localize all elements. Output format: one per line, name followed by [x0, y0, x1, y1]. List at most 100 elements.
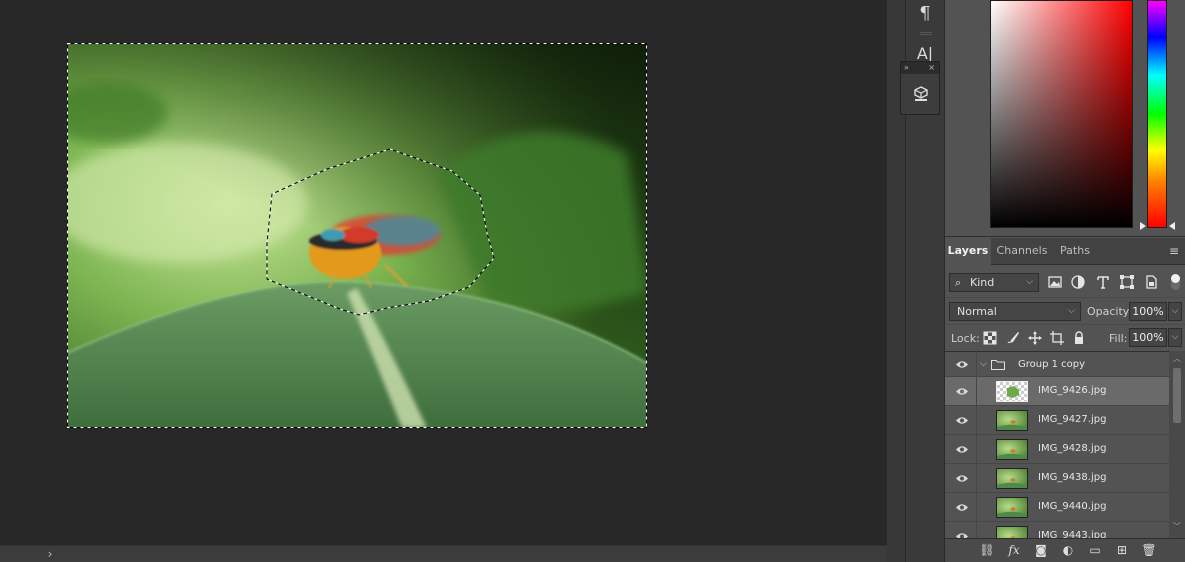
lock-label: Lock:	[951, 332, 980, 345]
opacity-label: Opacity:	[1087, 305, 1133, 318]
expand-icon[interactable]: »	[904, 62, 909, 74]
visibility-eye-icon[interactable]	[953, 435, 971, 463]
pixel-layer-filter-icon[interactable]	[1047, 274, 1063, 290]
filter-toggle-switch[interactable]	[1171, 274, 1180, 290]
visibility-eye-icon[interactable]	[953, 406, 971, 434]
row-divider	[976, 493, 977, 521]
layer-name: IMG_9426.jpg	[1038, 385, 1107, 396]
add-mask-icon[interactable]: ◙	[1032, 541, 1050, 559]
layer-thumbnail[interactable]	[996, 410, 1028, 431]
chevron-down-icon[interactable]: ﹀	[1169, 521, 1185, 532]
new-group-icon[interactable]: ▭	[1086, 541, 1104, 559]
fill-input[interactable]: 100%	[1129, 328, 1167, 347]
chevron-up-icon[interactable]: ︿	[1169, 353, 1185, 364]
visibility-eye-icon[interactable]	[953, 464, 971, 492]
mini-panel-titlebar[interactable]: » ×	[901, 62, 939, 74]
row-divider	[976, 352, 977, 380]
layer-row[interactable]: IMG_9426.jpg	[945, 377, 1169, 406]
layer-group-row[interactable]: ⌵ Group 1 copy	[945, 352, 1169, 380]
row-divider	[976, 406, 977, 434]
drag-grip[interactable]	[920, 32, 932, 35]
blend-mode-value: Normal	[957, 305, 997, 318]
layer-name: IMG_9438.jpg	[1038, 472, 1107, 483]
row-divider	[976, 464, 977, 492]
opacity-dropdown-button[interactable]: ⌵	[1168, 302, 1182, 321]
floating-mini-panel: » ×	[900, 61, 940, 115]
visibility-eye-icon[interactable]	[953, 352, 971, 380]
3d-cube-icon[interactable]	[913, 86, 929, 102]
filter-kind-select[interactable]: ⌕ Kind ⌵	[949, 273, 1039, 292]
panel-menu-icon[interactable]: ≡	[1166, 238, 1182, 265]
row-divider	[976, 435, 977, 463]
layer-thumbnail[interactable]	[996, 526, 1028, 538]
delete-layer-icon[interactable]: 🗑	[1140, 541, 1158, 559]
adjustment-layer-filter-icon[interactable]	[1070, 274, 1086, 290]
tab-layers[interactable]: Layers	[945, 238, 991, 265]
document-canvas[interactable]	[0, 0, 887, 545]
horizontal-scrollbar[interactable]: ›	[0, 545, 887, 562]
layer-row[interactable]: IMG_9427.jpg	[945, 406, 1169, 435]
fx-button[interactable]: fx	[1005, 541, 1023, 559]
layer-name: IMG_9427.jpg	[1038, 414, 1107, 425]
layers-list: ⌵ Group 1 copy IMG_9426.jpg IMG_9427.jpg I…	[945, 351, 1169, 538]
layers-scrollbar[interactable]: ︿ ﹀	[1169, 351, 1185, 538]
row-divider	[976, 377, 977, 405]
layers-footer-toolbar: ⛓ fx ◙ ◐ ▭ ⊞ 🗑	[945, 538, 1185, 562]
layer-name: IMG_9443.jpg	[1038, 530, 1107, 538]
tab-channels[interactable]: Channels	[991, 238, 1053, 265]
lock-position-icon[interactable]	[1028, 331, 1042, 345]
chevron-right-icon[interactable]: ›	[44, 546, 56, 562]
layer-thumbnail[interactable]	[996, 497, 1028, 518]
link-layers-icon[interactable]: ⛓	[978, 541, 996, 559]
row-divider	[976, 522, 977, 538]
layer-name: IMG_9428.jpg	[1038, 443, 1107, 454]
layers-tab-bar: Layers Channels Paths ≡	[945, 238, 1185, 265]
layer-row[interactable]: IMG_9440.jpg	[945, 493, 1169, 522]
new-layer-icon[interactable]: ⊞	[1113, 541, 1131, 559]
close-icon[interactable]: ×	[928, 62, 935, 74]
opacity-input[interactable]: 100%	[1129, 302, 1167, 321]
paragraph-icon: ¶	[919, 3, 931, 24]
visibility-eye-icon[interactable]	[953, 522, 971, 538]
layer-group-name: Group 1 copy	[1018, 359, 1086, 370]
fill-label: Fill:	[1109, 332, 1128, 345]
fill-dropdown-button[interactable]: ⌵	[1168, 328, 1182, 347]
layer-name: IMG_9440.jpg	[1038, 501, 1107, 512]
layer-thumbnail[interactable]	[996, 439, 1028, 460]
layer-row[interactable]: IMG_9443.jpg	[945, 522, 1169, 538]
panel-dock-strip: ¶ A| » ×	[900, 0, 945, 562]
chevron-down-icon: ⌵	[1068, 306, 1075, 316]
lock-transparency-icon[interactable]	[983, 331, 997, 345]
visibility-eye-icon[interactable]	[953, 493, 971, 521]
saturation-value-field[interactable]	[990, 0, 1133, 228]
visibility-eye-icon[interactable]	[953, 377, 971, 405]
lock-row: Lock: Fill: 100% ⌵	[945, 324, 1185, 351]
right-panel: Layers Channels Paths ≡ ⌕ Kind ⌵ Normal …	[945, 0, 1185, 562]
search-icon: ⌕	[955, 276, 962, 289]
blend-mode-select[interactable]: Normal ⌵	[949, 302, 1081, 321]
filter-kind-label: Kind	[970, 276, 995, 289]
chevron-down-icon: ⌵	[1026, 277, 1033, 287]
scrollbar-thumb[interactable]	[1173, 368, 1181, 423]
hue-marker-left[interactable]	[1140, 222, 1146, 230]
layer-thumbnail[interactable]	[996, 468, 1028, 489]
color-picker-panel	[945, 0, 1185, 237]
hue-marker-right[interactable]	[1169, 222, 1175, 230]
layer-row[interactable]: IMG_9428.jpg	[945, 435, 1169, 464]
lock-all-icon[interactable]	[1072, 331, 1086, 345]
document-image[interactable]	[67, 43, 647, 428]
paragraph-panel-button[interactable]: ¶	[910, 0, 940, 28]
folder-icon	[991, 360, 1005, 370]
layer-row[interactable]: IMG_9438.jpg	[945, 464, 1169, 493]
layer-thumbnail[interactable]	[996, 381, 1028, 402]
tab-paths[interactable]: Paths	[1053, 238, 1097, 265]
lock-artboard-icon[interactable]	[1050, 331, 1064, 345]
hue-slider[interactable]	[1147, 0, 1167, 228]
smart-object-filter-icon[interactable]	[1143, 274, 1159, 290]
adjustment-layer-icon[interactable]: ◐	[1059, 541, 1077, 559]
photo-leaf-insect	[67, 43, 647, 428]
type-layer-filter-icon[interactable]	[1095, 274, 1111, 290]
chevron-down-icon[interactable]: ⌵	[980, 352, 987, 376]
lock-image-pixels-icon[interactable]	[1006, 331, 1020, 345]
shape-layer-filter-icon[interactable]	[1119, 274, 1135, 290]
